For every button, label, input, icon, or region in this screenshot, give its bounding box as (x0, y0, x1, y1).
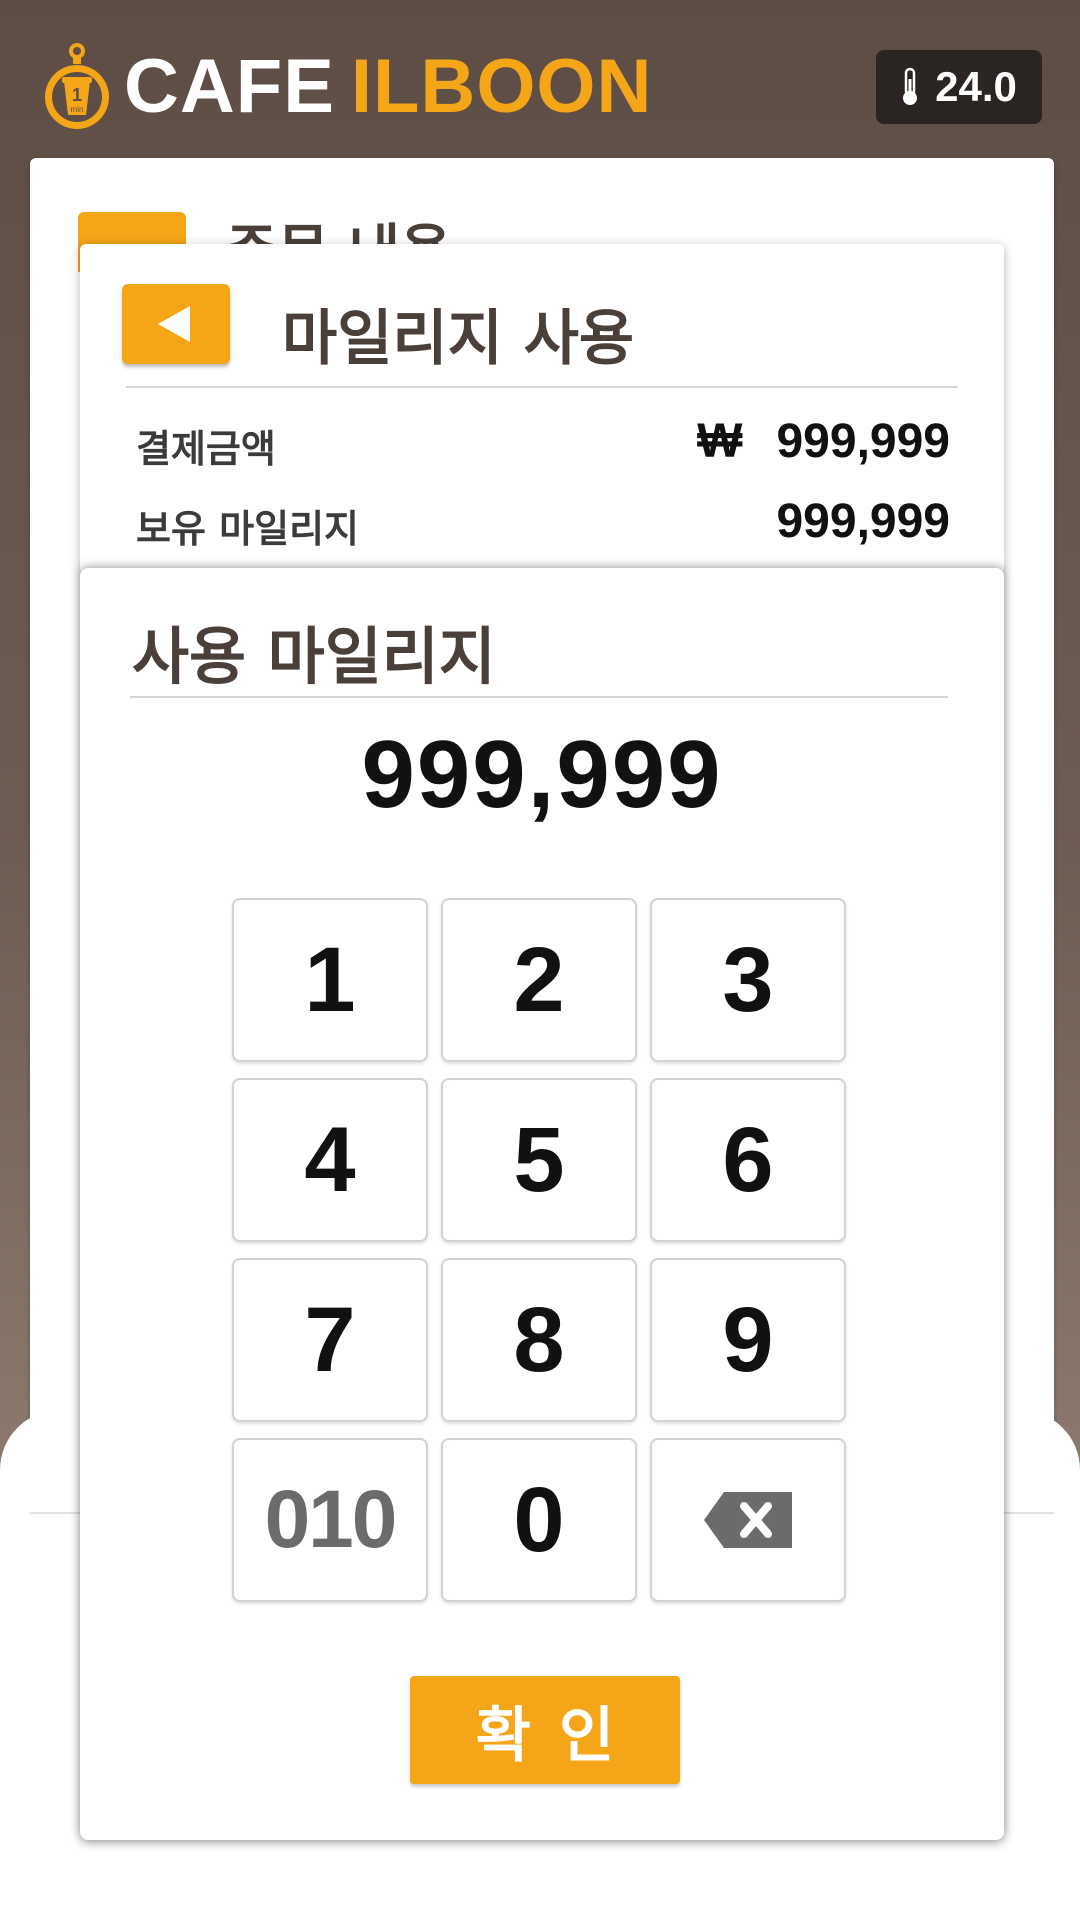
top-bar: 1 min CAFE ILBOON 24.0 (0, 0, 1080, 160)
use-mileage-title: 사용 마일리지 (132, 620, 496, 693)
key-010[interactable]: 010 (232, 1438, 428, 1602)
key-6[interactable]: 6 (650, 1078, 846, 1242)
key-1[interactable]: 1 (232, 898, 428, 1062)
owned-mileage-label: 보유 마일리지 (136, 507, 359, 551)
key-4[interactable]: 4 (232, 1078, 428, 1242)
mileage-amount-display: 999,999 (361, 721, 723, 828)
key-9[interactable]: 9 (650, 1258, 846, 1422)
stopwatch-cup-icon: 1 min (45, 43, 109, 129)
key-7[interactable]: 7 (232, 1258, 428, 1422)
payment-amount-value: ₩999,999 (697, 415, 950, 468)
number-keypad: 1 2 3 4 5 6 7 8 9 010 0 (232, 898, 846, 1602)
divider (130, 696, 948, 698)
divider (126, 386, 958, 388)
owned-mileage-value: 999,999 (776, 495, 950, 548)
key-2[interactable]: 2 (441, 898, 637, 1062)
svg-text:1: 1 (72, 85, 82, 105)
confirm-button[interactable]: 확인 (410, 1676, 680, 1784)
won-symbol: ₩ (697, 415, 743, 468)
temperature-badge: 24.0 (876, 50, 1042, 124)
key-8[interactable]: 8 (441, 1258, 637, 1422)
svg-text:min: min (71, 105, 84, 114)
mileage-summary-panel: 마일리지 사용 결제금액 ₩999,999 보유 마일리지 999,999 (80, 244, 1004, 574)
brand-wordmark: CAFE ILBOON (124, 49, 652, 125)
thermometer-icon (903, 67, 918, 105)
back-arrow-icon (158, 306, 190, 342)
brand-word-cafe: CAFE (124, 44, 335, 129)
key-backspace[interactable] (650, 1438, 846, 1602)
temperature-value: 24.0 (935, 63, 1017, 110)
brand-word-ilboon: ILBOON (350, 44, 653, 129)
back-button[interactable] (122, 284, 230, 364)
payment-amount-label: 결제금액 (136, 427, 276, 471)
brand-logo: 1 min CAFE ILBOON (42, 42, 652, 132)
key-3[interactable]: 3 (650, 898, 846, 1062)
key-0[interactable]: 0 (441, 1438, 637, 1602)
mileage-panel-title: 마일리지 사용 (282, 304, 635, 374)
key-5[interactable]: 5 (441, 1078, 637, 1242)
backspace-icon (704, 1492, 792, 1548)
use-mileage-panel: 사용 마일리지 999,999 1 2 3 4 5 6 7 8 9 010 0 … (80, 568, 1004, 1840)
